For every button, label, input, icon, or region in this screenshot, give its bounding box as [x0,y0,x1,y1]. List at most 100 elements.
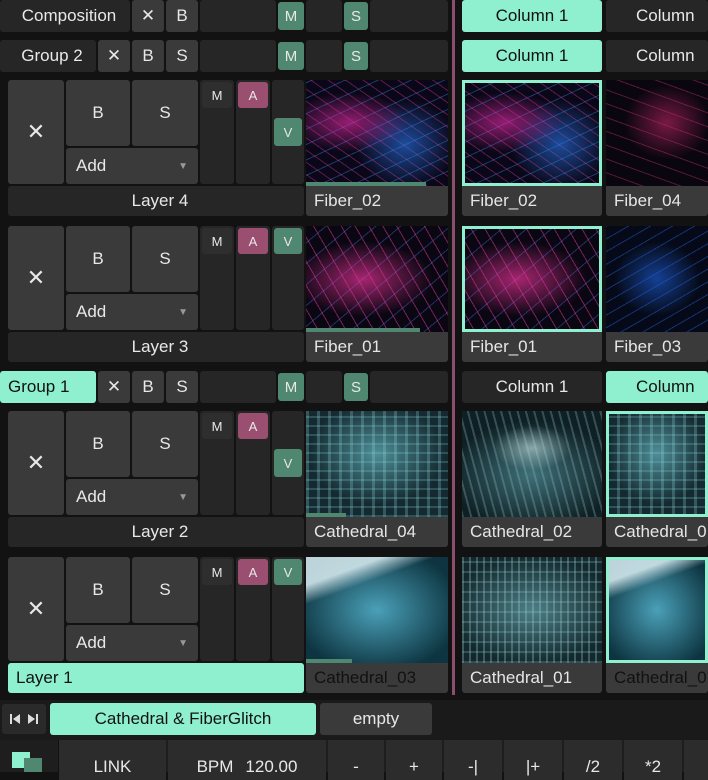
layer2-clip-3-thumbnail[interactable] [606,411,708,517]
layer1-bypass-button[interactable]: B [66,557,130,623]
bpm-double-button[interactable]: *2 [624,740,682,780]
layer3-clip-3-thumbnail[interactable] [606,226,708,332]
group1-clear-button[interactable]: ✕ [98,371,130,403]
layer4-clip-3-thumbnail[interactable] [606,80,708,186]
skip-back-icon[interactable] [9,713,21,725]
layer2-add-dropdown[interactable]: Add ▼ [66,479,198,515]
group1-bypass-button[interactable]: B [132,371,164,403]
composition-slot-3 [370,0,448,32]
layer4-clip-3-label[interactable]: Fiber_04 [606,186,708,216]
layer2-clip-3-label[interactable]: Cathedral_0 [606,517,708,547]
chevron-down-icon: ▼ [178,306,188,318]
layer1-clip-2-label[interactable]: Cathedral_01 [462,663,602,693]
group2-master-button[interactable]: M [278,42,304,70]
composition-label[interactable]: Composition [0,0,130,32]
layer4-video-button[interactable]: V [274,118,302,146]
layer2-clip-1-thumbnail[interactable] [306,411,448,517]
group1-master-button[interactable]: M [278,373,304,401]
app-logo-icon [8,750,44,772]
layer3-solo-button[interactable]: S [132,226,198,292]
layer3-clip-2-label[interactable]: Fiber_01 [462,332,602,362]
column-header-2-group1[interactable]: Column [606,371,708,403]
composition-solo-button[interactable]: S [344,2,368,30]
layer3-clip-3-label[interactable]: Fiber_03 [606,332,708,362]
deck-tab-active[interactable]: Cathedral & FiberGlitch [50,703,316,735]
layer4-solo-button[interactable]: S [132,80,198,146]
layer4-mute-button[interactable]: M [202,82,232,108]
layer1-video-button[interactable]: V [274,559,302,585]
layer2-clear-button[interactable]: ✕ [8,411,64,515]
group2-bypass-button[interactable]: B [132,40,164,72]
composition-bypass-button[interactable]: B [166,0,198,32]
layer1-solo-button[interactable]: S [132,557,198,623]
layer4-add-dropdown[interactable]: Add ▼ [66,148,198,184]
layer4-clip-2-label[interactable]: Fiber_02 [462,186,602,216]
group1-solo-mini-button[interactable]: S [344,373,368,401]
layer4-clip-2-thumbnail[interactable] [462,80,602,186]
skip-forward-icon[interactable] [27,713,39,725]
group2-slot-2 [306,40,342,72]
layer3-clip-1-thumbnail[interactable] [306,226,448,332]
layer2-mute-button[interactable]: M [202,413,232,439]
transport-overflow [684,740,708,780]
layer1-name[interactable]: Layer 1 [8,663,304,693]
layer4-audio-button[interactable]: A [238,82,268,108]
layer1-clip-3-label[interactable]: Cathedral_0 [606,663,708,693]
group2-solo-button[interactable]: S [166,40,198,72]
group2-solo-mini-button[interactable]: S [344,42,368,70]
layer1-clip-1-thumbnail[interactable] [306,557,448,663]
group2-clear-button[interactable]: ✕ [98,40,130,72]
layer1-mute-button[interactable]: M [202,559,232,585]
layer4-bypass-button[interactable]: B [66,80,130,146]
bpm-increase-button[interactable]: + [386,740,442,780]
layer2-name[interactable]: Layer 2 [8,517,304,547]
layer2-bypass-button[interactable]: B [66,411,130,477]
layer3-mute-button[interactable]: M [202,228,232,254]
composition-clear-button[interactable]: ✕ [132,0,164,32]
bpm-value[interactable]: 120.00 [245,757,297,777]
column-header-1-group2[interactable]: Column 1 [462,40,602,72]
nudge-back-button[interactable]: -| [444,740,502,780]
column-header-2[interactable]: Column [606,0,708,32]
nudge-forward-button[interactable]: |+ [504,740,562,780]
layer4-clear-button[interactable]: ✕ [8,80,64,184]
layer2-clip-1-label[interactable]: Cathedral_04 [306,517,448,547]
link-button[interactable]: LINK [58,740,166,780]
group1-label[interactable]: Group 1 [0,371,96,403]
layer3-clear-button[interactable]: ✕ [8,226,64,330]
layer1-clip-3-thumbnail[interactable] [606,557,708,663]
layer3-video-button[interactable]: V [274,228,302,254]
layer1-add-label: Add [76,633,107,652]
layer3-clip-1-label[interactable]: Fiber_01 [306,332,448,362]
layer3-clip-2-thumbnail[interactable] [462,226,602,332]
layer1-add-dropdown[interactable]: Add ▼ [66,625,198,661]
layer3-audio-button[interactable]: A [238,228,268,254]
layer4-name[interactable]: Layer 4 [8,186,304,216]
group2-label[interactable]: Group 2 [0,40,96,72]
bpm-half-button[interactable]: /2 [564,740,622,780]
layer2-clip-2-thumbnail[interactable] [462,411,602,517]
layer3-bypass-button[interactable]: B [66,226,130,292]
layer2-video-button[interactable]: V [274,449,302,477]
layer1-clip-2-thumbnail[interactable] [462,557,602,663]
layer1-audio-button[interactable]: A [238,559,268,585]
layer2-clip-2-label[interactable]: Cathedral_02 [462,517,602,547]
column-header-1-group1[interactable]: Column 1 [462,371,602,403]
column-header-2-group2[interactable]: Column [606,40,708,72]
layer1-clear-button[interactable]: ✕ [8,557,64,661]
layer2-audio-button[interactable]: A [238,413,268,439]
group1-solo-button[interactable]: S [166,371,198,403]
composition-master-button[interactable]: M [278,2,304,30]
bpm-display[interactable]: BPM 120.00 [168,740,326,780]
layer1-clip-1-label[interactable]: Cathedral_03 [306,663,448,693]
column-header-1[interactable]: Column 1 [462,0,602,32]
composition-slot-2 [306,0,342,32]
deck-tab-empty[interactable]: empty [320,703,432,735]
bpm-decrease-button[interactable]: - [328,740,384,780]
layer3-name[interactable]: Layer 3 [8,332,304,362]
layer3-add-dropdown[interactable]: Add ▼ [66,294,198,330]
layer2-solo-button[interactable]: S [132,411,198,477]
layer4-clip-1-label[interactable]: Fiber_02 [306,186,448,216]
group1-slot-2 [306,371,342,403]
layer4-clip-1-thumbnail[interactable] [306,80,448,186]
